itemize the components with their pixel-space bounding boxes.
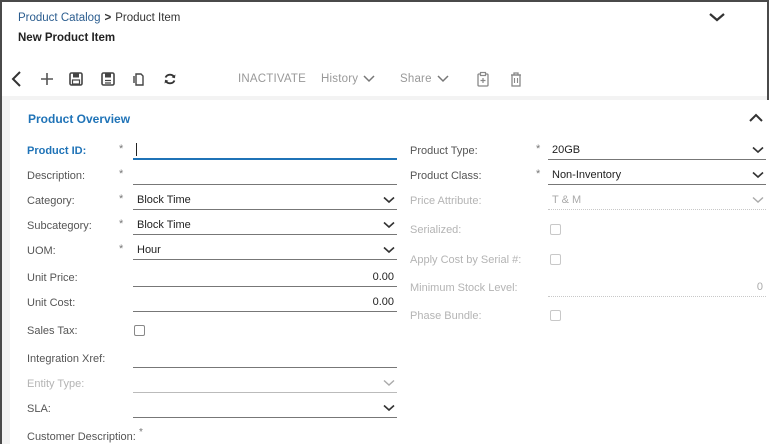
plus-icon xyxy=(41,73,53,85)
chevron-down-icon xyxy=(383,196,395,204)
phase-bundle-label: Phase Bundle: xyxy=(410,310,482,322)
product-type-label: Product Type: xyxy=(410,145,478,157)
refresh-button[interactable] xyxy=(162,69,178,89)
integration-xref-input[interactable] xyxy=(133,351,397,368)
product-class-label: Product Class: xyxy=(410,170,482,182)
serialized-checkbox xyxy=(550,224,561,235)
product-class-select[interactable]: Non-Inventory xyxy=(548,168,766,185)
subcategory-select[interactable]: Block Time xyxy=(133,218,397,235)
history-chevron-down-icon xyxy=(363,75,375,83)
unit-price-label: Unit Price: xyxy=(27,272,78,284)
description-label: Description: xyxy=(27,170,86,182)
copy-button[interactable] xyxy=(131,69,147,89)
product-id-input[interactable] xyxy=(133,143,397,160)
clipboard-button[interactable] xyxy=(476,69,490,89)
refresh-icon xyxy=(164,73,176,85)
chevron-down-icon xyxy=(752,196,764,203)
unit-price-value: 0.00 xyxy=(372,271,394,283)
price-attribute-label: Price Attribute: xyxy=(410,195,482,207)
section-title: Product Overview xyxy=(28,112,131,126)
integration-xref-label: Integration Xref: xyxy=(27,353,106,365)
product-class-required-mark: * xyxy=(536,168,541,180)
uom-value: Hour xyxy=(137,244,161,256)
chevron-down-icon xyxy=(752,146,764,154)
unit-cost-label: Unit Cost: xyxy=(27,297,76,309)
share-menu[interactable]: Share xyxy=(400,69,450,89)
description-input[interactable] xyxy=(133,168,397,185)
toolbar: INACTIVATE History Share xyxy=(0,62,769,96)
minimum-stock-level-value: 0 xyxy=(756,281,763,293)
category-select[interactable]: Block Time xyxy=(133,193,397,210)
page-header: Product Catalog > Product Item New Product… xyxy=(0,0,769,62)
chevron-down-icon xyxy=(383,404,395,412)
page-title: New Product Item xyxy=(18,32,116,44)
breadcrumb-parent-link[interactable]: Product Catalog xyxy=(18,12,100,24)
breadcrumb-separator: > xyxy=(104,12,112,24)
product-id-label: Product ID: xyxy=(27,145,87,157)
price-attribute-select: T & M xyxy=(548,193,766,210)
apply-cost-by-serial-checkbox xyxy=(550,254,561,265)
subcategory-label: Subcategory: xyxy=(27,220,92,232)
trash-icon xyxy=(511,72,521,87)
save-and-close-button[interactable] xyxy=(100,69,116,89)
save-close-icon xyxy=(101,72,115,86)
serialized-label: Serialized: xyxy=(410,224,462,236)
save-icon xyxy=(69,72,83,86)
price-attribute-value: T & M xyxy=(552,194,582,206)
product-class-value: Non-Inventory xyxy=(552,169,622,181)
customer-description-label: Customer Description: xyxy=(27,431,136,443)
copy-icon xyxy=(133,73,144,86)
share-chevron-down-icon xyxy=(437,75,449,83)
product-type-select[interactable]: 20GB xyxy=(548,143,766,160)
category-required-mark: * xyxy=(119,193,124,205)
category-value: Block Time xyxy=(137,194,191,206)
subcategory-required-mark: * xyxy=(119,218,124,230)
breadcrumb: Product Catalog > Product Item xyxy=(18,12,180,24)
unit-cost-input[interactable]: 0.00 xyxy=(133,295,397,312)
minimum-stock-level-input: 0 xyxy=(548,280,766,297)
product-type-required-mark: * xyxy=(536,143,541,155)
chevron-down-icon xyxy=(383,246,395,254)
collapse-section-chevron-icon[interactable] xyxy=(748,112,764,124)
chevron-down-icon xyxy=(752,171,764,179)
sales-tax-label: Sales Tax: xyxy=(27,325,78,337)
minimum-stock-level-label: Minimum Stock Level: xyxy=(410,282,518,294)
back-button[interactable] xyxy=(10,69,24,89)
add-button[interactable] xyxy=(39,69,55,89)
product-id-required-mark: * xyxy=(119,143,124,155)
share-label: Share xyxy=(400,73,432,85)
sla-select[interactable] xyxy=(133,401,397,418)
back-arrow-icon xyxy=(11,71,21,87)
apply-cost-by-serial-label: Apply Cost by Serial #: xyxy=(410,254,522,266)
clipboard-icon xyxy=(477,71,489,87)
subcategory-value: Block Time xyxy=(137,219,191,231)
unit-cost-value: 0.00 xyxy=(372,296,394,308)
description-required-mark: * xyxy=(119,168,124,180)
inactivate-button[interactable]: INACTIVATE xyxy=(238,69,306,89)
unit-price-input[interactable]: 0.00 xyxy=(133,270,397,287)
entity-type-select[interactable] xyxy=(133,376,397,393)
delete-button[interactable] xyxy=(509,69,523,89)
customer-description-required-mark: * xyxy=(139,427,143,438)
product-type-value: 20GB xyxy=(552,144,581,156)
text-caret xyxy=(136,143,137,156)
save-button[interactable] xyxy=(68,69,84,89)
chevron-down-icon xyxy=(383,221,395,229)
phase-bundle-checkbox xyxy=(550,310,561,321)
sales-tax-checkbox[interactable] xyxy=(134,325,145,336)
collapse-header-chevron-icon[interactable] xyxy=(707,11,727,25)
sla-label: SLA: xyxy=(27,403,51,415)
breadcrumb-current: Product Item xyxy=(115,12,181,24)
history-label: History xyxy=(321,73,359,85)
chevron-down-icon xyxy=(383,379,395,386)
uom-required-mark: * xyxy=(119,243,124,255)
uom-select[interactable]: Hour xyxy=(133,243,397,260)
category-label: Category: xyxy=(27,195,75,207)
uom-label: UOM: xyxy=(27,245,56,257)
history-menu[interactable]: History xyxy=(321,69,376,89)
entity-type-label: Entity Type: xyxy=(27,378,85,390)
